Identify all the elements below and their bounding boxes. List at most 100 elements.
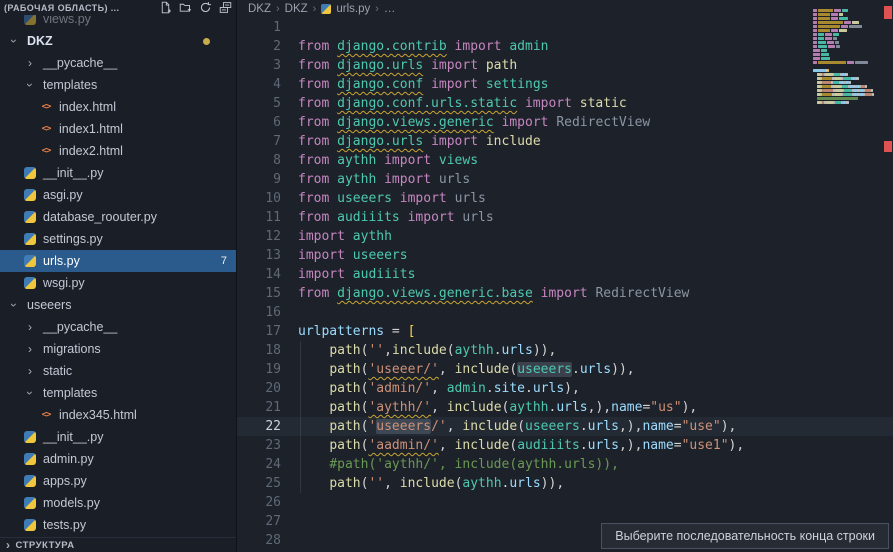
line-number[interactable]: 24 <box>237 455 281 474</box>
code-line[interactable]: 13import useeers <box>237 246 893 265</box>
code-line[interactable]: 15from django.views.generic.base import … <box>237 284 893 303</box>
line-number[interactable]: 4 <box>237 75 281 94</box>
editor-pane[interactable]: DKZ › DKZ › urls.py › … 12from django.co… <box>237 0 893 552</box>
line-number[interactable]: 9 <box>237 170 281 189</box>
line-number[interactable]: 6 <box>237 113 281 132</box>
line-number[interactable]: 7 <box>237 132 281 151</box>
tree-item[interactable]: tests.py <box>0 514 236 536</box>
code-line[interactable]: 3from django.urls import path <box>237 56 893 75</box>
chevron-right-icon[interactable]: › <box>28 343 32 355</box>
tree-item[interactable]: asgi.py <box>0 184 236 206</box>
line-number[interactable]: 23 <box>237 436 281 455</box>
code-area[interactable]: 12from django.contrib import admin3from … <box>237 18 893 550</box>
line-number[interactable]: 22 <box>237 417 281 436</box>
code-token: django.urls <box>337 134 423 149</box>
line-number[interactable]: 15 <box>237 284 281 303</box>
tree-item[interactable]: admin.py <box>0 448 236 470</box>
code-line[interactable]: 2from django.contrib import admin <box>237 37 893 56</box>
code-line[interactable]: 21 path('aythh/', include(aythh.urls,),n… <box>237 398 893 417</box>
code-line[interactable]: 11from audiiits import urls <box>237 208 893 227</box>
line-number[interactable]: 20 <box>237 379 281 398</box>
code-line[interactable]: 23 path('aadmin/', include(audiiits.urls… <box>237 436 893 455</box>
code-line[interactable]: 19 path('useeer/', include(useeers.urls)… <box>237 360 893 379</box>
line-number[interactable]: 8 <box>237 151 281 170</box>
chevron-down-icon[interactable]: › <box>24 391 36 395</box>
code-line[interactable]: 16 <box>237 303 893 322</box>
tree-item[interactable]: <>index345.html <box>0 404 236 426</box>
tree-item[interactable]: <>index2.html <box>0 140 236 162</box>
line-number[interactable]: 28 <box>237 531 281 550</box>
new-file-icon[interactable] <box>159 1 172 14</box>
code-line[interactable]: 22 path('useeers/', include(useeers.urls… <box>237 417 893 436</box>
code-line[interactable]: 14import audiiits <box>237 265 893 284</box>
line-number[interactable]: 19 <box>237 360 281 379</box>
breadcrumb-folder[interactable]: DKZ <box>285 3 308 15</box>
explorer-section-header[interactable]: (РАБОЧАЯ ОБЛАСТЬ) ... <box>0 0 236 15</box>
tree-item[interactable]: ›__pycache__ <box>0 316 236 338</box>
new-folder-icon[interactable] <box>179 1 192 14</box>
tree-item[interactable]: ›static <box>0 360 236 382</box>
tree-item[interactable]: settings.py <box>0 228 236 250</box>
outline-section-header[interactable]: › СТРУКТУРА <box>0 537 236 552</box>
code-line[interactable]: 1 <box>237 18 893 37</box>
chevron-down-icon[interactable]: › <box>8 303 20 307</box>
code-line[interactable]: 8from aythh import views <box>237 151 893 170</box>
tree-item[interactable]: __init__.py <box>0 162 236 184</box>
line-number[interactable]: 26 <box>237 493 281 512</box>
line-number[interactable]: 12 <box>237 227 281 246</box>
line-number[interactable]: 3 <box>237 56 281 75</box>
chevron-down-icon[interactable]: › <box>8 39 20 43</box>
code-line[interactable]: 4from django.conf import settings <box>237 75 893 94</box>
minimap[interactable] <box>813 4 879 116</box>
code-line[interactable]: 12import aythh <box>237 227 893 246</box>
code-line[interactable]: 20 path('admin/', admin.site.urls), <box>237 379 893 398</box>
breadcrumb-file[interactable]: urls.py <box>336 3 370 15</box>
tree-item[interactable]: ›migrations <box>0 338 236 360</box>
tree-item[interactable]: ›DKZ <box>0 30 236 52</box>
line-number[interactable]: 1 <box>237 18 281 37</box>
line-number[interactable]: 13 <box>237 246 281 265</box>
tree-item[interactable]: urls.py7 <box>0 250 236 272</box>
chevron-right-icon[interactable]: › <box>28 321 32 333</box>
line-number[interactable]: 21 <box>237 398 281 417</box>
line-number[interactable]: 10 <box>237 189 281 208</box>
code-line[interactable]: 18 path('',include(aythh.urls)), <box>237 341 893 360</box>
collapse-all-icon[interactable] <box>219 1 232 14</box>
line-number[interactable]: 16 <box>237 303 281 322</box>
line-number[interactable]: 27 <box>237 512 281 531</box>
code-line[interactable]: 10from useeers import urls <box>237 189 893 208</box>
code-line[interactable]: 24 #path('aythh/', include(aythh.urls)), <box>237 455 893 474</box>
chevron-right-icon[interactable]: › <box>28 365 32 377</box>
tree-item[interactable]: apps.py <box>0 470 236 492</box>
line-number[interactable]: 11 <box>237 208 281 227</box>
tree-item[interactable]: ›useeers <box>0 294 236 316</box>
breadcrumb-symbol[interactable]: … <box>384 3 396 15</box>
code-line[interactable]: 7from django.urls import include <box>237 132 893 151</box>
tree-item[interactable]: ›templates <box>0 74 236 96</box>
breadcrumb-folder[interactable]: DKZ <box>248 3 271 15</box>
code-line[interactable]: 5from django.conf.urls.static import sta… <box>237 94 893 113</box>
code-line[interactable]: 25 path('', include(aythh.urls)), <box>237 474 893 493</box>
line-number[interactable]: 2 <box>237 37 281 56</box>
code-line[interactable]: 9from aythh import urls <box>237 170 893 189</box>
line-number[interactable]: 17 <box>237 322 281 341</box>
tree-item[interactable]: <>index.html <box>0 96 236 118</box>
code-line[interactable]: 6from django.views.generic import Redire… <box>237 113 893 132</box>
tree-item[interactable]: wsgi.py <box>0 272 236 294</box>
refresh-icon[interactable] <box>199 1 212 14</box>
line-number[interactable]: 14 <box>237 265 281 284</box>
tree-item[interactable]: models.py <box>0 492 236 514</box>
code-line[interactable]: 26 <box>237 493 893 512</box>
tree-item[interactable]: ›templates <box>0 382 236 404</box>
line-number[interactable]: 5 <box>237 94 281 113</box>
tree-item[interactable]: ›__pycache__ <box>0 52 236 74</box>
tree-item[interactable]: <>index1.html <box>0 118 236 140</box>
tree-item[interactable]: __init__.py <box>0 426 236 448</box>
code-line[interactable]: 17urlpatterns = [ <box>237 322 893 341</box>
line-number[interactable]: 18 <box>237 341 281 360</box>
line-number[interactable]: 25 <box>237 474 281 493</box>
chevron-down-icon[interactable]: › <box>24 83 36 87</box>
chevron-right-icon[interactable]: › <box>28 57 32 69</box>
overview-ruler-scrollbar[interactable] <box>879 0 893 552</box>
tree-item[interactable]: database_roouter.py <box>0 206 236 228</box>
